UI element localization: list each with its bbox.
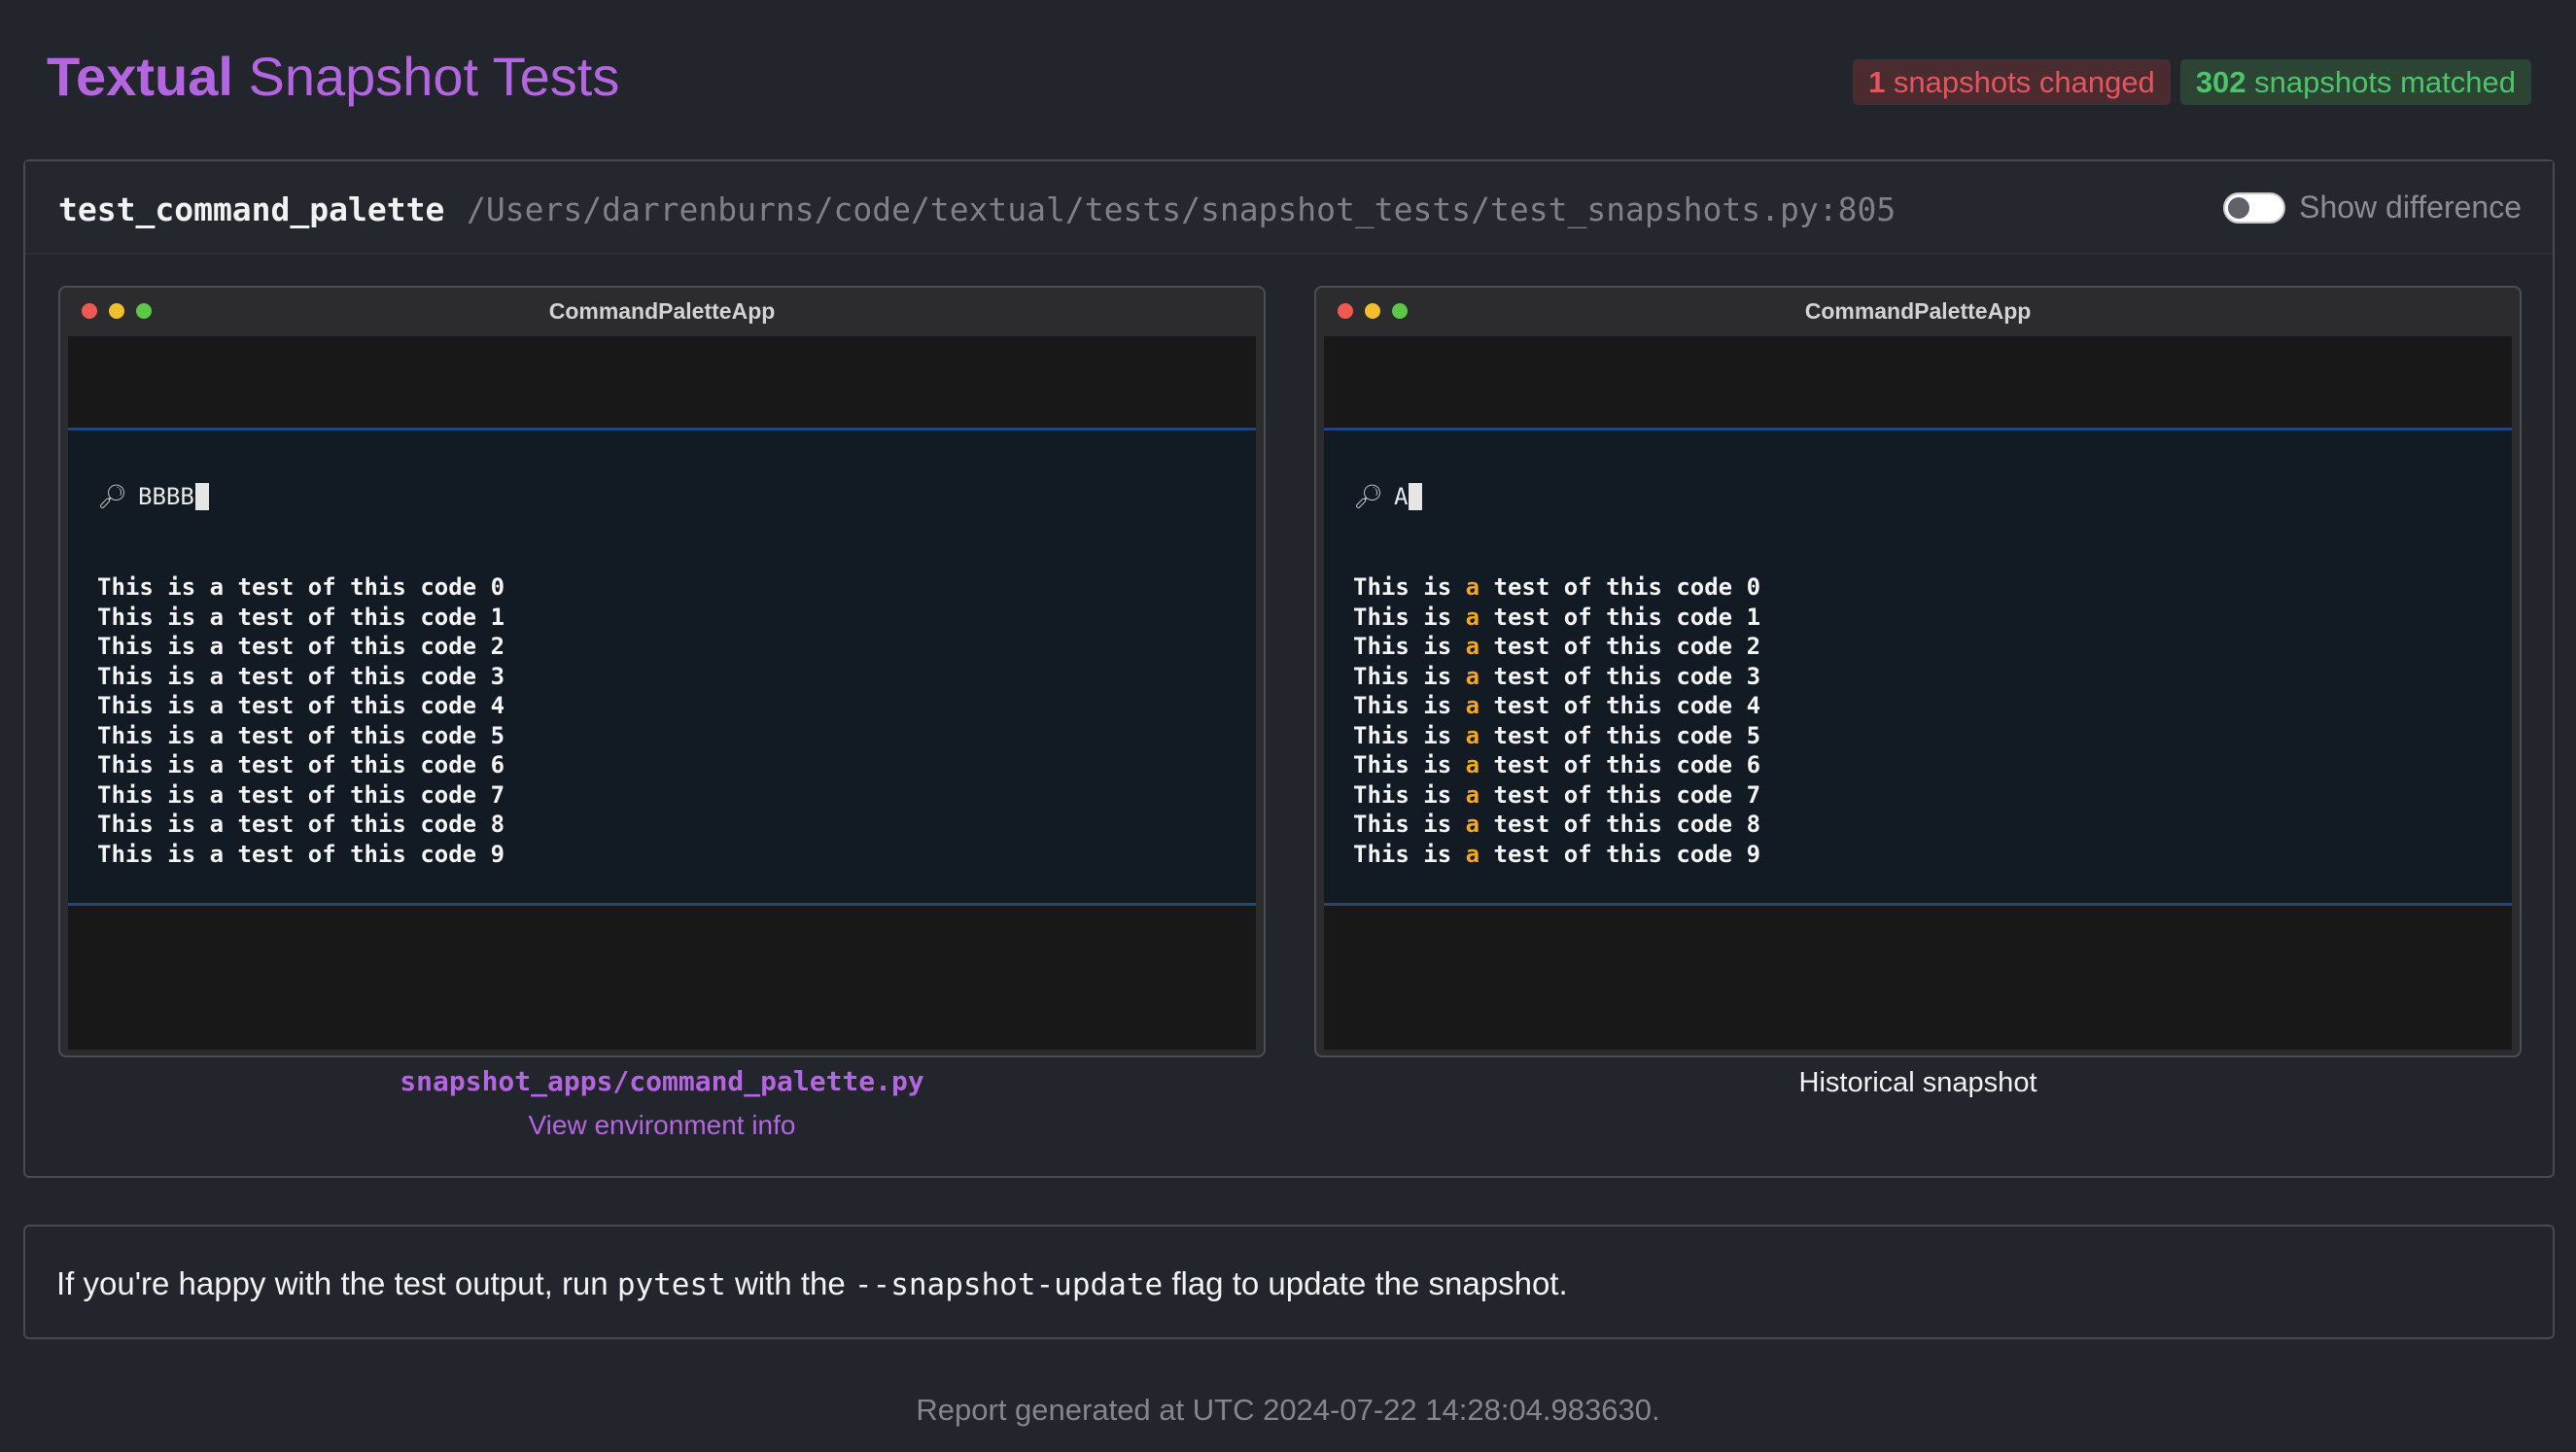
- match-highlight: a: [1465, 603, 1480, 631]
- test-card: test_command_palette /Users/darrenburns/…: [23, 159, 2555, 1178]
- show-difference-label[interactable]: Show difference: [2299, 190, 2522, 225]
- page-title: Textual Snapshot Tests: [47, 45, 619, 108]
- text-cursor: [194, 483, 209, 510]
- summary-badges: 1 snapshots changed 302 snapshots matche…: [1853, 59, 2531, 105]
- palette-search: 🔎︎ BBBB: [97, 483, 209, 510]
- matched-label: snapshots matched: [2245, 65, 2516, 99]
- match-highlight: a: [1465, 780, 1480, 809]
- palette-query: A: [1394, 483, 1409, 510]
- current-output-window: CommandPaletteApp 🔎︎ BBBB This is a test…: [58, 286, 1266, 1057]
- window-title: CommandPaletteApp: [1804, 298, 2032, 324]
- palette-result-row[interactable]: This is a test of this code 3: [97, 662, 505, 692]
- palette-query: BBBB: [138, 483, 194, 510]
- note-suffix: flag to update the snapshot.: [1163, 1265, 1568, 1301]
- report-footer: Report generated at UTC 2024-07-22 14:28…: [916, 1393, 1660, 1427]
- palette-result-row[interactable]: This is a test of this code 0: [1353, 572, 1760, 603]
- palette-result-row[interactable]: This is a test of this code 2: [1353, 632, 1760, 662]
- palette-result-row[interactable]: This is a test of this code 7: [97, 780, 505, 811]
- snapshot-app-file-link[interactable]: snapshot_apps/command_palette.py: [58, 1065, 1266, 1097]
- changed-badge: 1 snapshots changed: [1853, 59, 2171, 105]
- match-highlight: a: [1465, 811, 1480, 838]
- match-highlight: a: [1465, 633, 1480, 660]
- palette-result-row[interactable]: This is a test of this code 3: [1353, 662, 1760, 692]
- match-highlight: a: [1465, 662, 1480, 690]
- note-prefix: If you're happy with the test output, ru…: [56, 1265, 617, 1301]
- command-palette: 🔎︎ BBBB This is a test of this code 0 Thi…: [68, 428, 1256, 906]
- match-highlight: a: [1465, 840, 1480, 868]
- palette-result-row[interactable]: This is a test of this code 9: [97, 840, 505, 870]
- palette-results: This is a test of this code 0 This is a t…: [1353, 572, 1760, 869]
- test-name: test_command_palette: [58, 190, 445, 228]
- update-instructions-text: If you're happy with the test output, ru…: [56, 1265, 1568, 1302]
- magnifier-icon: 🔎︎: [97, 483, 127, 510]
- palette-result-row[interactable]: This is a test of this code 6: [97, 750, 505, 780]
- palette-result-row[interactable]: This is a test of this code 5: [1353, 721, 1760, 751]
- historical-snapshot-window: CommandPaletteApp 🔎︎ A This is a test of…: [1314, 286, 2522, 1057]
- changed-count: 1: [1868, 65, 1886, 99]
- title-rest: Snapshot Tests: [232, 46, 620, 107]
- palette-result-row[interactable]: This is a test of this code 1: [97, 603, 505, 633]
- palette-results: This is a test of this code 0 This is a t…: [97, 572, 505, 869]
- snapshot-update-flag: --snapshot-update: [853, 1267, 1164, 1302]
- palette-result-row[interactable]: This is a test of this code 0: [97, 572, 505, 603]
- match-highlight: a: [1465, 721, 1480, 749]
- show-difference-control[interactable]: Show difference: [2223, 190, 2522, 225]
- report-header: Textual Snapshot Tests 1 snapshots chang…: [0, 0, 2576, 156]
- text-cursor: [1409, 483, 1423, 510]
- update-instructions: If you're happy with the test output, ru…: [23, 1225, 2555, 1339]
- magnifier-icon: 🔎︎: [1353, 483, 1383, 510]
- show-difference-toggle[interactable]: [2223, 191, 2286, 224]
- palette-result-row[interactable]: This is a test of this code 2: [97, 632, 505, 662]
- palette-result-row[interactable]: This is a test of this code 1: [1353, 603, 1760, 633]
- palette-result-row[interactable]: This is a test of this code 8: [1353, 810, 1760, 840]
- command-palette: 🔎︎ A This is a test of this code 0 This i…: [1324, 428, 2512, 906]
- matched-badge: 302 snapshots matched: [2179, 59, 2531, 105]
- window-titlebar: CommandPaletteApp: [1316, 288, 2520, 334]
- view-environment-info-link[interactable]: View environment info: [58, 1110, 1266, 1141]
- pytest-command: pytest: [616, 1267, 726, 1302]
- palette-result-row[interactable]: This is a test of this code 6: [1353, 750, 1760, 780]
- terminal-screen: 🔎︎ BBBB This is a test of this code 0 Thi…: [68, 336, 1256, 1050]
- palette-search: 🔎︎ A: [1353, 483, 1423, 510]
- test-path: /Users/darrenburns/code/textual/tests/sn…: [467, 190, 1897, 228]
- palette-result-row[interactable]: This is a test of this code 7: [1353, 780, 1760, 811]
- matched-count: 302: [2195, 65, 2246, 99]
- window-title: CommandPaletteApp: [548, 298, 776, 324]
- palette-result-row[interactable]: This is a test of this code 4: [97, 691, 505, 721]
- palette-result-row[interactable]: This is a test of this code 5: [97, 721, 505, 751]
- historical-snapshot-caption: Historical snapshot: [1798, 1067, 2037, 1098]
- terminal-screen: 🔎︎ A This is a test of this code 0 This i…: [1324, 336, 2512, 1050]
- palette-result-row[interactable]: This is a test of this code 8: [97, 810, 505, 840]
- palette-result-row[interactable]: This is a test of this code 9: [1353, 840, 1760, 870]
- match-highlight: a: [1465, 573, 1480, 601]
- toggle-knob: [2228, 196, 2250, 219]
- test-card-header: test_command_palette /Users/darrenburns/…: [25, 161, 2553, 255]
- changed-label: snapshots changed: [1885, 65, 2155, 99]
- match-highlight: a: [1465, 751, 1480, 778]
- note-middle: with the: [725, 1265, 854, 1301]
- match-highlight: a: [1465, 692, 1480, 719]
- palette-result-row[interactable]: This is a test of this code 4: [1353, 691, 1760, 721]
- window-titlebar: CommandPaletteApp: [60, 288, 1264, 334]
- title-strong: Textual: [47, 46, 233, 107]
